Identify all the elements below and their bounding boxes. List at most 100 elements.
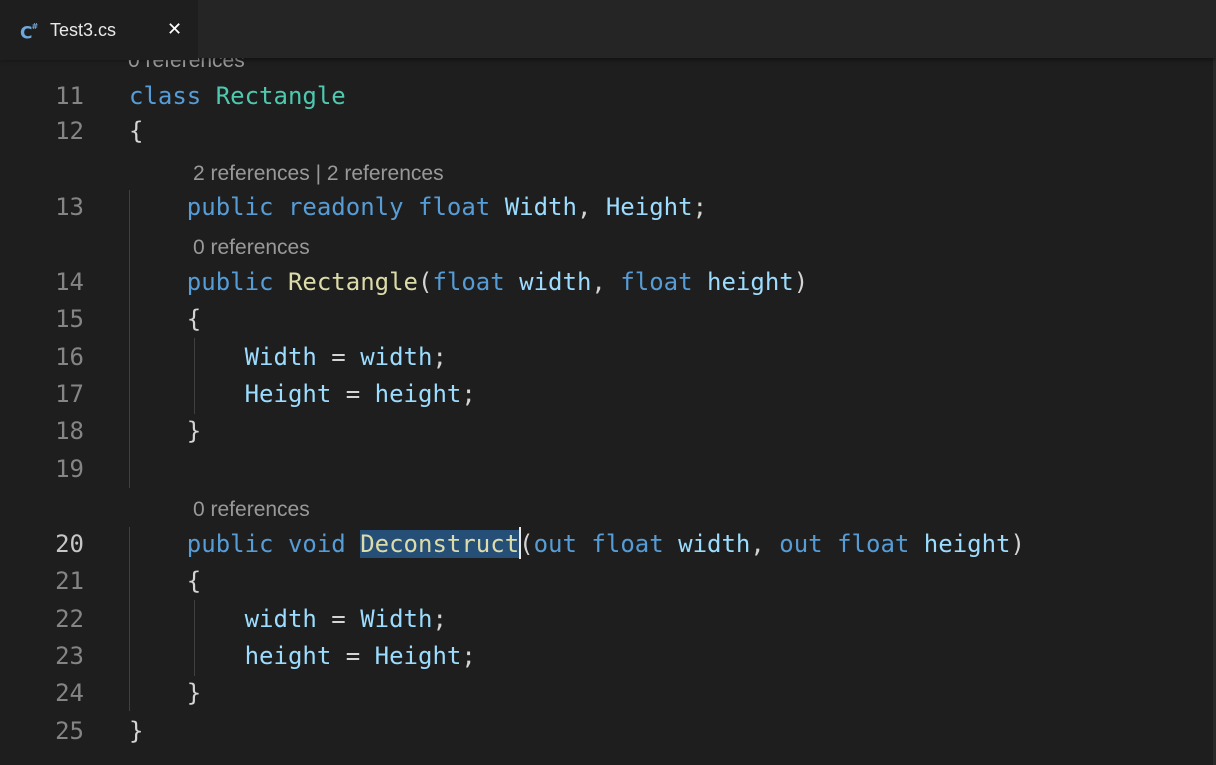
code-line[interactable]: {: [129, 113, 143, 149]
code-token: width: [360, 343, 433, 371]
line-number: 17: [55, 380, 84, 408]
code-token: ;: [432, 605, 447, 633]
tab-label[interactable]: Test3.cs: [50, 19, 116, 41]
code-line[interactable]: }: [129, 413, 201, 449]
code-line[interactable]: width = Width;: [129, 601, 447, 637]
code-token: }: [129, 717, 144, 745]
code-token: (: [519, 530, 534, 558]
code-token: height: [923, 530, 1011, 558]
code-line[interactable]: {: [129, 563, 201, 599]
code-token: width: [519, 268, 592, 296]
code-token: width: [678, 530, 751, 558]
code-token: ,: [750, 530, 780, 558]
line-number: 25: [55, 717, 84, 745]
line-number: 14: [55, 268, 84, 296]
code-token: public: [186, 530, 274, 558]
code-line[interactable]: {: [129, 301, 201, 337]
code-token: float: [591, 530, 664, 558]
code-token: float: [620, 268, 693, 296]
code-token: Height: [244, 380, 332, 408]
line-number: 24: [55, 679, 84, 707]
code-line[interactable]: height = Height;: [129, 638, 476, 674]
code-line[interactable]: public void Deconstruct(out float width,…: [129, 526, 1025, 562]
line-number: 19: [55, 455, 84, 483]
code-token: {: [129, 117, 144, 145]
code-token: height: [374, 380, 462, 408]
code-token: readonly: [287, 193, 404, 221]
line-number: 11: [55, 82, 84, 110]
code-line[interactable]: public Rectangle(float width, float heig…: [129, 264, 808, 300]
code-token: void: [287, 530, 346, 558]
code-token: ;: [461, 380, 476, 408]
code-token: Width: [244, 343, 317, 371]
code-token: {: [129, 567, 202, 595]
code-token: =: [331, 380, 375, 408]
code-token: height: [244, 642, 332, 670]
code-token: =: [331, 642, 375, 670]
code-token: float: [837, 530, 910, 558]
code-token: float: [432, 268, 505, 296]
tab-test3-cs[interactable]: C# Test3.cs ✕: [0, 0, 198, 60]
selected-token: Deconstruct: [360, 530, 520, 558]
line-number: 21: [55, 567, 84, 595]
code-line[interactable]: Width = width;: [129, 339, 447, 375]
line-number: 16: [55, 343, 84, 371]
code-token: =: [316, 343, 361, 371]
code-line[interactable]: }: [129, 675, 201, 711]
line-number: 20: [55, 530, 84, 558]
code-token: height: [707, 268, 794, 296]
code-token: {: [129, 305, 202, 333]
code-token: out: [533, 530, 577, 558]
close-icon[interactable]: ✕: [167, 16, 182, 44]
code-token: width: [244, 605, 317, 633]
line-number: 18: [55, 417, 84, 445]
code-token: ;: [692, 193, 708, 221]
code-editor[interactable]: 0 references 2 references | 2 references…: [0, 0, 1216, 765]
code-token: =: [316, 605, 361, 633]
codelens-references[interactable]: 0 references: [193, 496, 310, 524]
code-token: }: [129, 417, 202, 445]
code-line[interactable]: class Rectangle: [129, 78, 346, 114]
code-token: ): [793, 268, 809, 296]
code-token: Width: [360, 605, 433, 633]
code-token: ;: [461, 642, 476, 670]
code-token: }: [129, 679, 202, 707]
code-token: float: [418, 193, 491, 221]
code-token: ,: [576, 193, 606, 221]
line-number: 23: [55, 642, 84, 670]
code-token: public: [186, 268, 274, 296]
code-token: ): [1010, 530, 1025, 558]
csharp-file-icon: C#: [20, 22, 39, 44]
editor-tab-bar: C# Test3.cs ✕: [0, 0, 1216, 60]
code-line[interactable]: }: [129, 713, 143, 749]
code-line[interactable]: Height = height;: [129, 376, 476, 412]
codelens-references[interactable]: 2 references | 2 references: [193, 160, 444, 188]
code-token: Height: [605, 193, 693, 221]
code-token: out: [779, 530, 823, 558]
codelens-references[interactable]: 0 references: [193, 234, 310, 262]
code-token: Height: [374, 642, 462, 670]
code-token: Rectangle: [215, 82, 346, 110]
code-token: ;: [432, 343, 447, 371]
line-number: 15: [55, 305, 84, 333]
line-number: 13: [55, 193, 84, 221]
code-line[interactable]: public readonly float Width, Height;: [129, 189, 707, 225]
line-number: 22: [55, 605, 84, 633]
